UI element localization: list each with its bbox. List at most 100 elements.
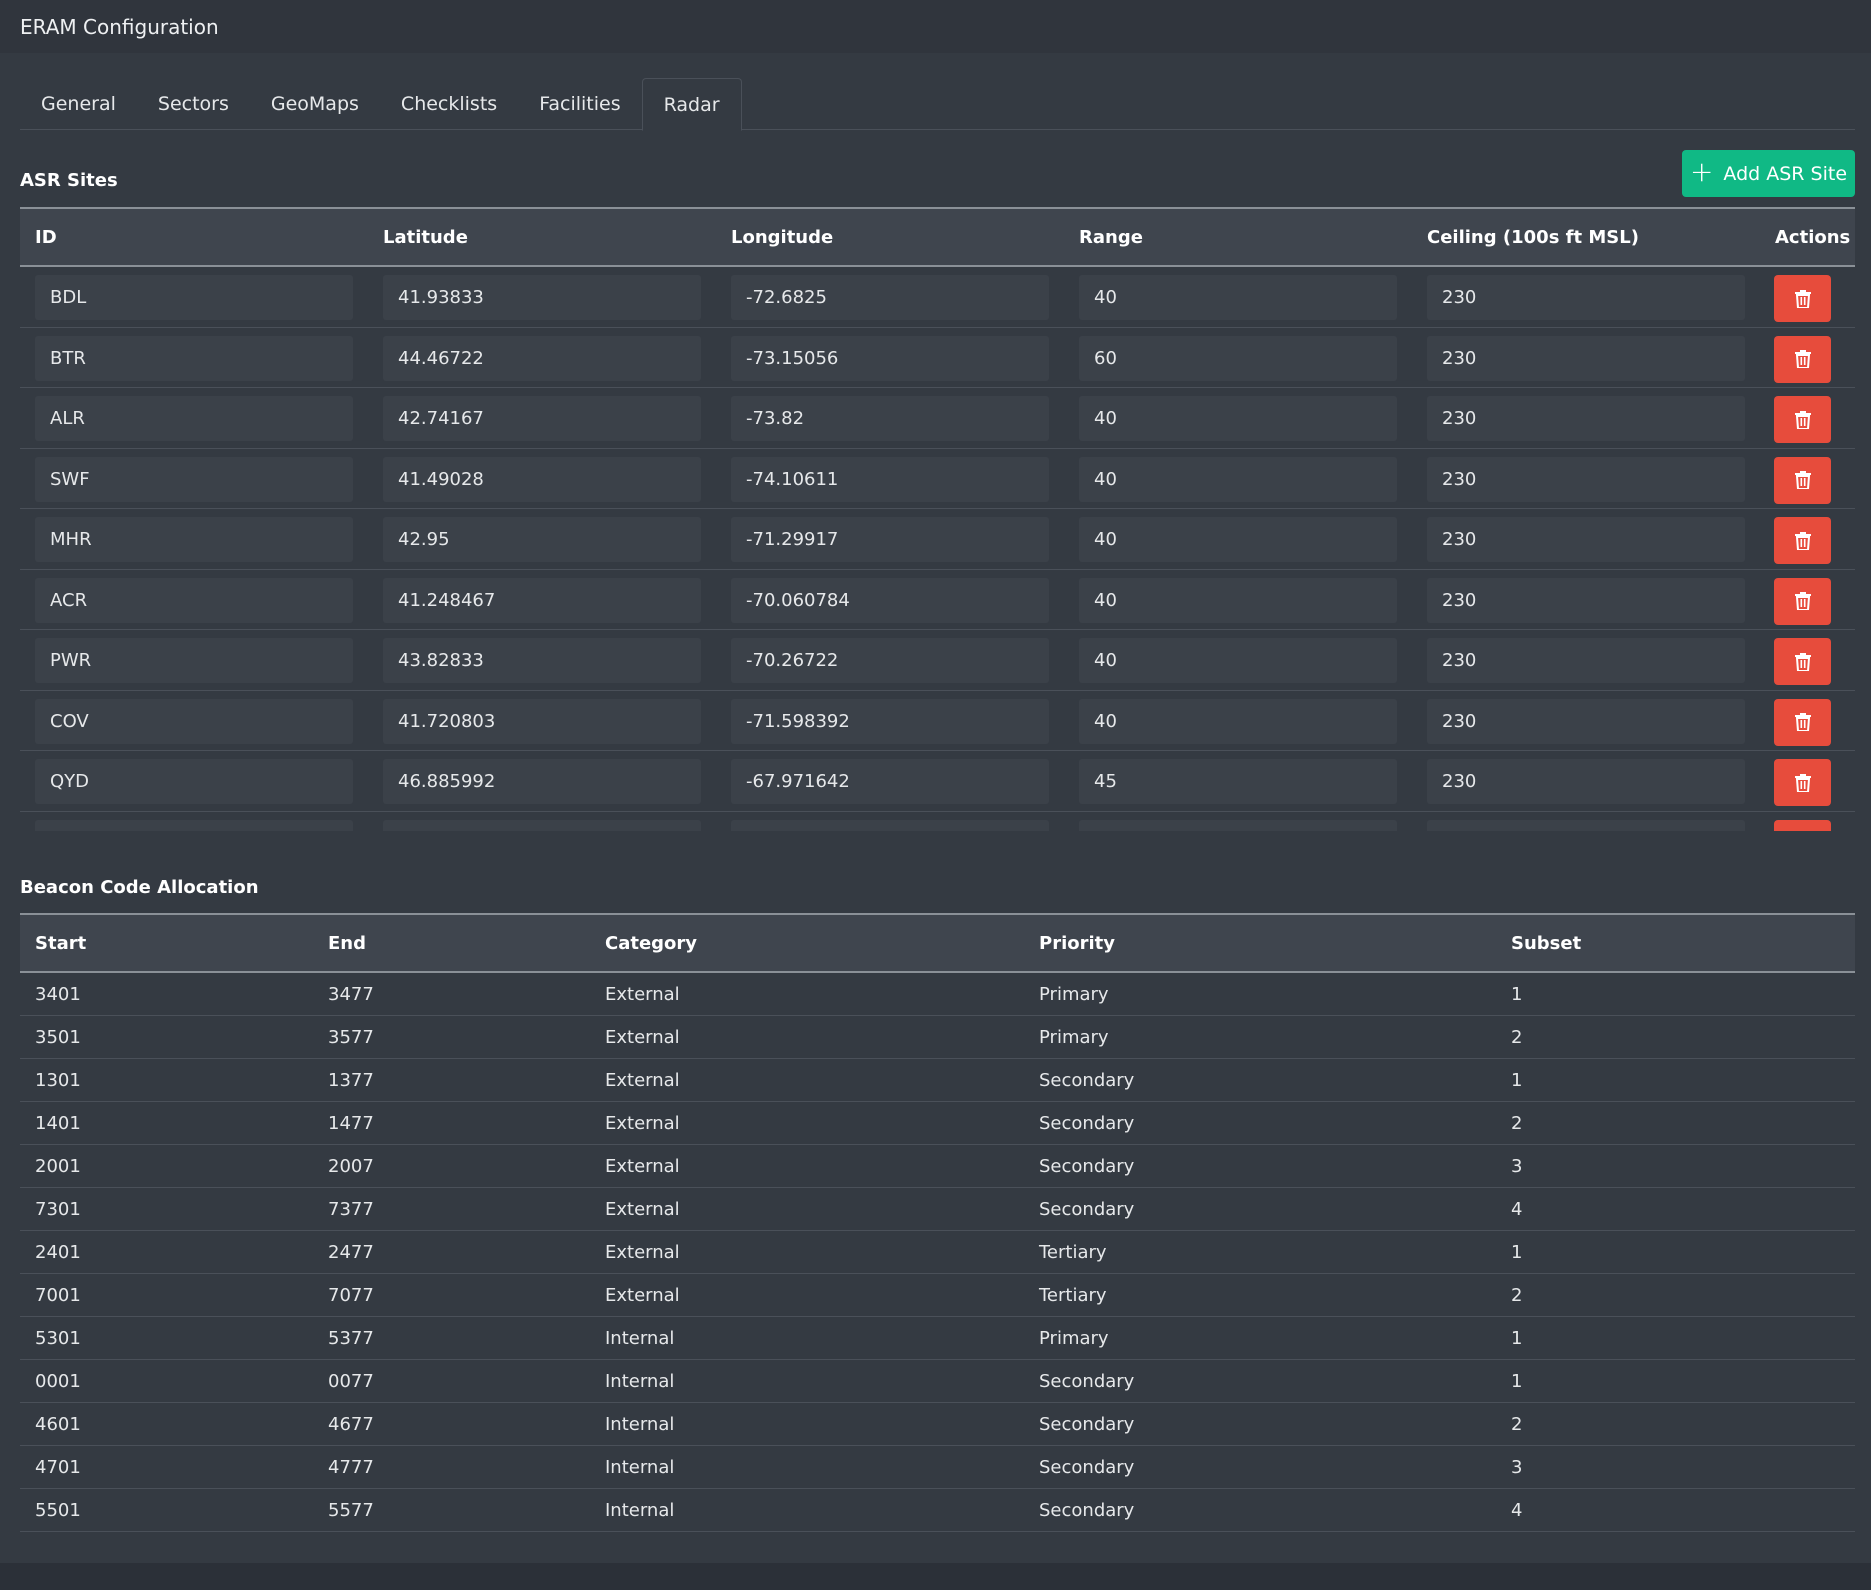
id-input[interactable]	[35, 819, 353, 831]
latitude-input[interactable]: 44.46722	[383, 335, 701, 381]
delete-asr-site-button[interactable]	[1774, 335, 1831, 383]
longitude-input[interactable]: -74.10611	[731, 456, 1049, 502]
range-input[interactable]: 40	[1079, 275, 1397, 320]
start-cell: 7301	[35, 1199, 81, 1220]
range-input[interactable]: 40	[1079, 396, 1397, 441]
trash-icon	[1794, 713, 1811, 731]
subset-cell: 1	[1511, 1328, 1523, 1349]
range-input[interactable]: 40	[1079, 517, 1397, 562]
tab-general[interactable]: General	[20, 78, 137, 130]
range-input[interactable]: 40	[1079, 698, 1397, 744]
delete-asr-site-button[interactable]	[1774, 819, 1831, 831]
latitude-input[interactable]: 46.885992	[383, 759, 701, 804]
tab-sectors[interactable]: Sectors	[137, 78, 250, 130]
latitude-input[interactable]: 42.74167	[383, 396, 701, 441]
col-subset: Subset	[1511, 933, 1582, 954]
end-cell: 5577	[328, 1500, 374, 1521]
priority-cell: Secondary	[1039, 1414, 1135, 1435]
id-input[interactable]: BTR	[35, 335, 353, 381]
priority-cell: Secondary	[1039, 1156, 1135, 1177]
longitude-input[interactable]	[731, 819, 1049, 831]
range-input[interactable]: 40	[1079, 577, 1397, 623]
longitude-input[interactable]: -73.82	[731, 396, 1049, 441]
id-input[interactable]: SWF	[35, 456, 353, 502]
latitude-input[interactable]: 41.49028	[383, 456, 701, 502]
tab-facilities[interactable]: Facilities	[518, 78, 641, 130]
latitude-input[interactable]: 41.720803	[383, 698, 701, 744]
subset-cell: 4	[1511, 1199, 1523, 1220]
latitude-input[interactable]: 41.93833	[383, 275, 701, 320]
latitude-input[interactable]: 43.82833	[383, 638, 701, 683]
priority-cell: Secondary	[1039, 1500, 1135, 1521]
asr-site-row: COV 41.720803 -71.598392 40 230	[20, 691, 1855, 751]
delete-asr-site-button[interactable]	[1774, 759, 1831, 806]
longitude-input[interactable]: -71.29917	[731, 517, 1049, 562]
category-cell: External	[605, 1027, 680, 1048]
add-asr-site-button[interactable]: + Add ASR Site	[1682, 150, 1855, 197]
range-input[interactable]: 45	[1079, 759, 1397, 804]
asr-site-row: MHR 42.95 -71.29917 40 230	[20, 509, 1855, 570]
ceiling-input[interactable]: 230	[1427, 456, 1745, 502]
range-input[interactable]: 40	[1079, 638, 1397, 683]
end-cell: 2477	[328, 1242, 374, 1263]
ceiling-input[interactable]: 230	[1427, 577, 1745, 623]
ceiling-input[interactable]: 230	[1427, 396, 1745, 441]
id-input[interactable]: MHR	[35, 517, 353, 562]
range-input[interactable]: 40	[1079, 456, 1397, 502]
longitude-input[interactable]: -67.971642	[731, 759, 1049, 804]
beacon-table-body: 3401 3477 External Primary 1 3501 3577 External…	[20, 973, 1855, 1532]
id-input[interactable]: QYD	[35, 759, 353, 804]
asr-site-row: BTR 44.46722 -73.15056 60 230	[20, 328, 1855, 388]
priority-cell: Secondary	[1039, 1371, 1135, 1392]
delete-asr-site-button[interactable]	[1774, 517, 1831, 564]
beacon-row: 7001 7077 External Tertiary 2	[20, 1274, 1855, 1317]
id-input[interactable]: ACR	[35, 577, 353, 623]
trash-icon	[1794, 773, 1811, 792]
delete-asr-site-button[interactable]	[1774, 396, 1831, 443]
latitude-input[interactable]	[383, 819, 701, 831]
asr-site-row: BDL 41.93833 -72.6825 40 230	[20, 267, 1855, 328]
beacon-code-table: Start End Category Priority Subset 3401 3…	[20, 913, 1855, 1532]
longitude-input[interactable]: -70.26722	[731, 638, 1049, 683]
ceiling-input[interactable]	[1427, 819, 1745, 831]
ceiling-input[interactable]: 230	[1427, 698, 1745, 744]
range-input[interactable]: 60	[1079, 335, 1397, 381]
longitude-input[interactable]: -71.598392	[731, 698, 1049, 744]
range-input[interactable]	[1079, 819, 1397, 831]
longitude-input[interactable]: -72.6825	[731, 275, 1049, 320]
category-cell: Internal	[605, 1414, 675, 1435]
latitude-input[interactable]: 41.248467	[383, 577, 701, 623]
ceiling-input[interactable]: 230	[1427, 517, 1745, 562]
ceiling-input[interactable]: 230	[1427, 275, 1745, 320]
delete-asr-site-button[interactable]	[1774, 275, 1831, 322]
delete-asr-site-button[interactable]	[1774, 638, 1831, 685]
delete-asr-site-button[interactable]	[1774, 456, 1831, 504]
id-input[interactable]: ALR	[35, 396, 353, 441]
tab-geomaps[interactable]: GeoMaps	[250, 78, 380, 130]
trash-icon	[1794, 289, 1811, 308]
asr-table-header: ID Latitude Longitude Range Ceiling (100…	[20, 209, 1855, 267]
latitude-input[interactable]: 42.95	[383, 517, 701, 562]
ceiling-input[interactable]: 230	[1427, 759, 1745, 804]
tab-radar[interactable]: Radar	[641, 78, 742, 131]
start-cell: 1401	[35, 1113, 81, 1134]
asr-sites-title: ASR Sites	[20, 170, 118, 191]
beacon-row: 1401 1477 External Secondary 2	[20, 1102, 1855, 1145]
id-input[interactable]: PWR	[35, 638, 353, 683]
id-input[interactable]: BDL	[35, 275, 353, 320]
asr-sites-table: ID Latitude Longitude Range Ceiling (100…	[20, 207, 1855, 831]
id-input[interactable]: COV	[35, 698, 353, 744]
start-cell: 1301	[35, 1070, 81, 1091]
delete-asr-site-button[interactable]	[1774, 698, 1831, 746]
trash-icon	[1794, 410, 1811, 429]
beacon-row: 7301 7377 External Secondary 4	[20, 1188, 1855, 1231]
delete-asr-site-button[interactable]	[1774, 577, 1831, 625]
trash-icon	[1794, 592, 1811, 610]
trash-icon	[1794, 652, 1811, 671]
tab-checklists[interactable]: Checklists	[380, 78, 518, 130]
longitude-input[interactable]: -70.060784	[731, 577, 1049, 623]
longitude-input[interactable]: -73.15056	[731, 335, 1049, 381]
ceiling-input[interactable]: 230	[1427, 638, 1745, 683]
ceiling-input[interactable]: 230	[1427, 335, 1745, 381]
priority-cell: Primary	[1039, 1027, 1109, 1048]
